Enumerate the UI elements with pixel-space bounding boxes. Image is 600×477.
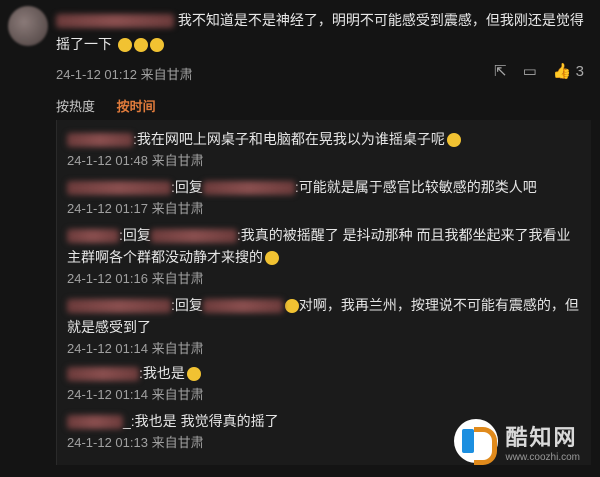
- reply-meta: 24-1-12 01:14 来自甘肃: [67, 341, 204, 356]
- reply-meta: 24-1-12 01:48 来自甘肃: [67, 153, 204, 168]
- coozhi-logo-icon: [453, 419, 498, 465]
- reply-item: :回复:我真的被摇醒了 是抖动那种 而且我都坐起来了我看业主群啊各个群都没动静才…: [67, 224, 582, 290]
- username-blurred[interactable]: [67, 299, 171, 314]
- reply-prefix: :回复: [171, 297, 203, 313]
- reply-meta: 24-1-12 01:16 来自甘肃: [67, 271, 204, 286]
- emoji-icon: [284, 299, 299, 314]
- username-blurred[interactable]: [202, 299, 283, 314]
- reply-item: :回复 :可能就是属于感官比较敏感的那类人吧 24-1-12 01:17 来自甘肃: [67, 176, 582, 220]
- sort-bar: 按热度 按时间: [56, 96, 174, 115]
- reply-item: :回复 对啊，我再兰州，按理说不可能有震感的，但就是感受到了 24-1-12 01…: [67, 294, 582, 360]
- watermark-url: www.coozhi.com: [505, 451, 580, 463]
- sort-by-time-tab[interactable]: 按时间: [117, 99, 156, 114]
- username-blurred[interactable]: [67, 229, 119, 244]
- reply-meta: 24-1-12 01:14 来自甘肃: [67, 387, 204, 402]
- emoji-icon: [446, 133, 461, 148]
- comment-icon[interactable]: ▭: [523, 62, 537, 80]
- reply-prefix: :回复: [119, 227, 151, 243]
- reply-list: :我在网吧上网桌子和电脑都在晃我以为谁摇桌子呢 24-1-12 01:48 来自…: [56, 120, 591, 465]
- emoji-icon: [186, 367, 201, 382]
- comment-actions: ⇱ ▭ 👍 3: [494, 62, 584, 80]
- watermark-name: 酷知网: [505, 424, 578, 450]
- username-blurred[interactable]: [67, 181, 171, 196]
- emoji-icon: [133, 38, 148, 53]
- reply-item: :我在网吧上网桌子和电脑都在晃我以为谁摇桌子呢 24-1-12 01:48 来自…: [67, 128, 582, 172]
- like-count: 3: [575, 63, 584, 80]
- reply-item: :我也是 24-1-12 01:14 来自甘肃: [67, 362, 582, 406]
- reply-text: :我也是: [139, 365, 185, 381]
- emoji-icon: [117, 38, 132, 53]
- sort-by-hot-tab[interactable]: 按热度: [56, 99, 95, 114]
- username-blurred[interactable]: [67, 133, 133, 148]
- username-blurred[interactable]: [67, 367, 139, 382]
- comment-text: 我不知道是不是神经了，明明不可能感受到震感，但我刚还是觉得摇了一下: [56, 8, 591, 56]
- username-blurred[interactable]: [56, 14, 174, 29]
- avatar[interactable]: [8, 6, 48, 46]
- emoji-icon: [149, 38, 164, 53]
- like-button[interactable]: 👍 3: [553, 62, 584, 80]
- watermark-text: 酷知网 www.coozhi.com: [506, 420, 580, 463]
- share-icon[interactable]: ⇱: [494, 62, 507, 80]
- reply-text: :我在网吧上网桌子和电脑都在晃我以为谁摇桌子呢: [133, 131, 445, 147]
- reply-meta: 24-1-12 01:17 来自甘肃: [67, 201, 204, 216]
- username-blurred[interactable]: [67, 415, 123, 430]
- emoji-icon: [265, 251, 279, 266]
- watermark: 酷知网 www.coozhi.com: [453, 419, 580, 465]
- username-blurred[interactable]: [150, 229, 237, 244]
- reply-text: :可能就是属于感官比较敏感的那类人吧: [294, 179, 537, 195]
- comment-meta: 24-1-12 01:12 来自甘肃: [56, 67, 193, 82]
- reply-text: _:我也是 我觉得真的摇了: [123, 413, 279, 429]
- username-blurred[interactable]: [202, 181, 295, 196]
- reply-prefix: :回复: [171, 179, 203, 195]
